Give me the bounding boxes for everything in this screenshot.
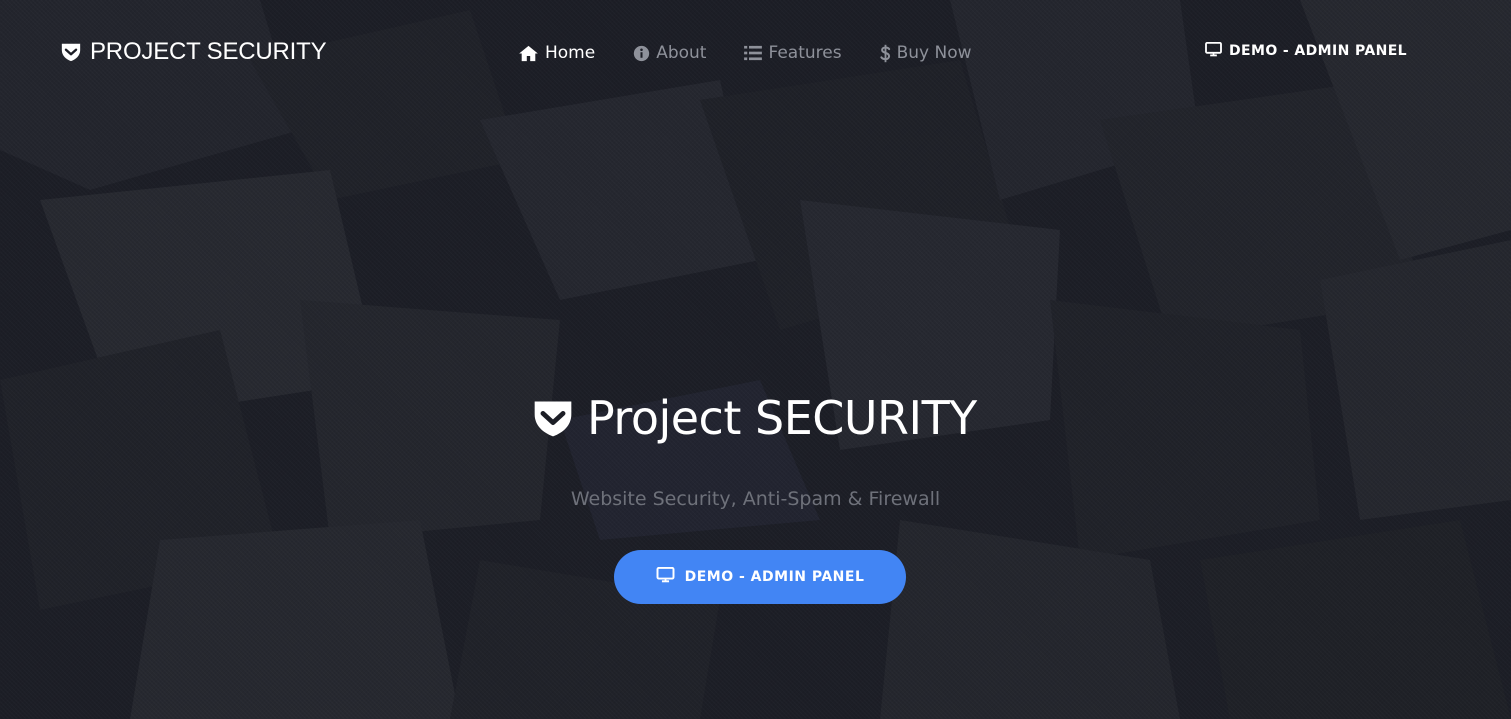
top-navbar: PROJECT SECURITY Home About Features Buy… (0, 0, 1511, 105)
nav-buy-now-label: Buy Now (896, 43, 972, 63)
shield-check-icon (531, 396, 575, 440)
demo-admin-panel-button-label: DEMO - ADMIN PANEL (684, 569, 865, 585)
brand-logo[interactable]: PROJECT SECURITY (60, 36, 327, 68)
main-nav: Home About Features Buy Now (518, 40, 972, 66)
monitor-icon (1205, 41, 1222, 61)
nav-about-label: About (656, 43, 707, 63)
brand-name: PROJECT SECURITY (90, 38, 327, 65)
nav-about[interactable]: About (633, 43, 706, 63)
home-icon (518, 45, 539, 62)
nav-buy-now[interactable]: Buy Now (879, 43, 972, 63)
shield-check-icon (60, 41, 82, 63)
hero-title-text: Project SECURITY (587, 391, 977, 445)
info-circle-icon (633, 45, 650, 62)
monitor-icon (656, 566, 675, 587)
nav-home-label: Home (545, 43, 596, 63)
nav-features-label: Features (768, 43, 842, 63)
landing-page: PROJECT SECURITY Home About Features Buy… (0, 0, 1511, 719)
hero-subtitle: Website Security, Anti-Spam & Firewall (570, 488, 941, 510)
nav-features[interactable]: Features (744, 43, 842, 63)
background-texture (0, 0, 1511, 719)
dollar-icon (879, 44, 891, 63)
list-icon (744, 45, 763, 61)
header-admin-panel-label: DEMO - ADMIN PANEL (1229, 43, 1407, 59)
header-admin-panel-link[interactable]: DEMO - ADMIN PANEL (1205, 40, 1407, 62)
hero-title: Project SECURITY (531, 388, 977, 448)
demo-admin-panel-button[interactable]: DEMO - ADMIN PANEL (614, 550, 906, 604)
nav-home[interactable]: Home (518, 43, 595, 63)
